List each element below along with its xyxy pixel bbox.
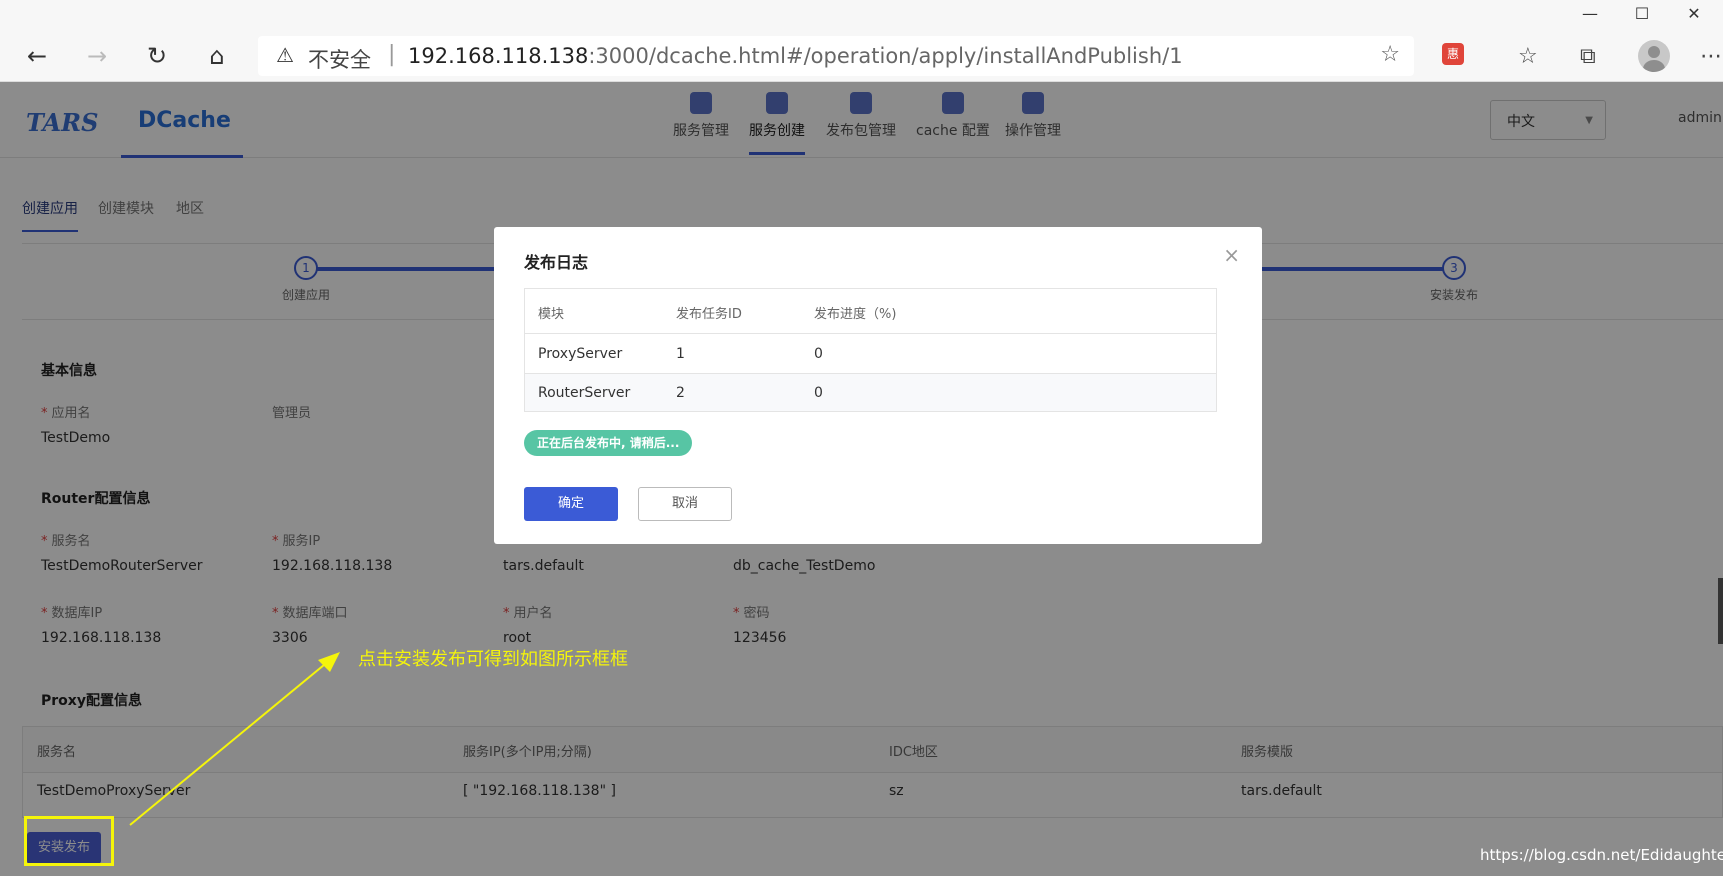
watermark: https://blog.csdn.net/Edidaughter xyxy=(1480,846,1723,864)
annotation-text: 点击安装发布可得到如图所示框框 xyxy=(358,649,628,670)
annotation-arrow xyxy=(129,652,340,826)
scrollbar[interactable] xyxy=(1718,578,1723,644)
